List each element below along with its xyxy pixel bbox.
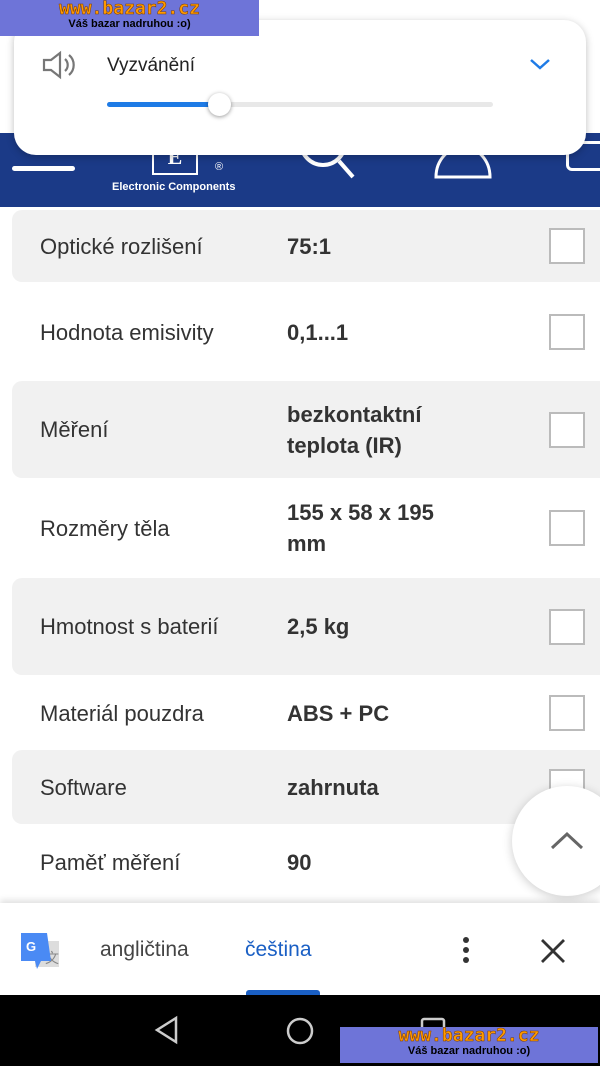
svg-text:G: G <box>26 939 36 954</box>
spec-value: zahrnuta <box>287 774 379 800</box>
chevron-up-icon <box>550 831 584 850</box>
logo-registered-mark: ® <box>215 161 224 173</box>
spec-value: 90 <box>287 849 312 875</box>
spec-value: 155 x 58 x 195 mm <box>287 500 434 556</box>
back-icon[interactable] <box>152 1015 182 1045</box>
spec-label: Měření <box>40 417 109 442</box>
more-options-icon[interactable] <box>459 936 473 966</box>
compare-checkbox[interactable] <box>549 695 585 731</box>
menu-icon[interactable] <box>12 166 75 171</box>
spec-label: Paměť měření <box>40 849 181 875</box>
volume-slider-fill <box>107 102 219 107</box>
spec-value: ABS + PC <box>287 700 390 726</box>
watermark-tagline: Váš bazar nadruhou :o) <box>407 1045 531 1057</box>
volume-slider[interactable] <box>107 93 493 116</box>
spec-row: Měření bezkontaktní teplota (IR) <box>12 381 600 478</box>
spec-label: Optické rozlišení <box>40 233 203 259</box>
compare-checkbox[interactable] <box>549 510 585 546</box>
scroll-to-top-button[interactable] <box>512 786 600 896</box>
spec-label: Software <box>40 774 127 800</box>
language-tab-target[interactable]: čeština <box>245 938 312 962</box>
compare-checkbox[interactable] <box>549 411 585 448</box>
compare-checkbox[interactable] <box>549 228 585 264</box>
spec-value: bezkontaktní teplota (IR) <box>287 401 422 458</box>
watermark-site: www.bazar2.cz <box>59 0 200 19</box>
compare-checkbox[interactable] <box>549 314 585 350</box>
close-icon[interactable] <box>538 936 568 966</box>
home-icon[interactable] <box>284 1015 316 1047</box>
chevron-down-icon[interactable] <box>528 54 552 74</box>
watermark-top: www.bazar2.cz Váš bazar nadruhou :o) <box>0 0 259 36</box>
compare-checkbox[interactable] <box>549 608 585 645</box>
spec-value: 0,1...1 <box>287 319 349 345</box>
volume-slider-thumb[interactable] <box>207 93 231 116</box>
logo-text: Electronic Components <box>112 181 236 193</box>
watermark-tagline: Váš bazar nadruhou :o) <box>68 18 191 30</box>
translate-bar: 文G angličtina čeština <box>0 903 600 995</box>
spec-label: Rozměry těla <box>40 515 170 541</box>
spec-label: Materiál pouzdra <box>40 700 204 726</box>
spec-row: Hodnota emisivity 0,1...1 <box>12 285 600 379</box>
watermark-site: www.bazar2.cz <box>398 1025 540 1046</box>
speaker-icon <box>42 50 75 80</box>
spec-value: 75:1 <box>287 233 332 259</box>
spec-label: Hmotnost s baterií <box>40 614 219 639</box>
volume-panel: Vyzvánění <box>14 20 586 155</box>
google-translate-icon: 文G <box>21 933 59 969</box>
spec-row: Hmotnost s baterií 2,5 kg <box>12 578 600 675</box>
spec-row: Rozměry těla 155 x 58 x 195 mm <box>12 480 600 576</box>
language-tab-source[interactable]: angličtina <box>100 938 189 962</box>
spec-row: Optické rozlišení 75:1 <box>12 210 600 282</box>
spec-label: Hodnota emisivity <box>40 319 214 345</box>
watermark-bottom: www.bazar2.cz Váš bazar nadruhou :o) <box>340 1025 598 1063</box>
spec-value: 2,5 kg <box>287 614 350 639</box>
spec-row: Materiál pouzdra ABS + PC <box>12 677 600 749</box>
volume-label: Vyzvánění <box>107 55 196 76</box>
